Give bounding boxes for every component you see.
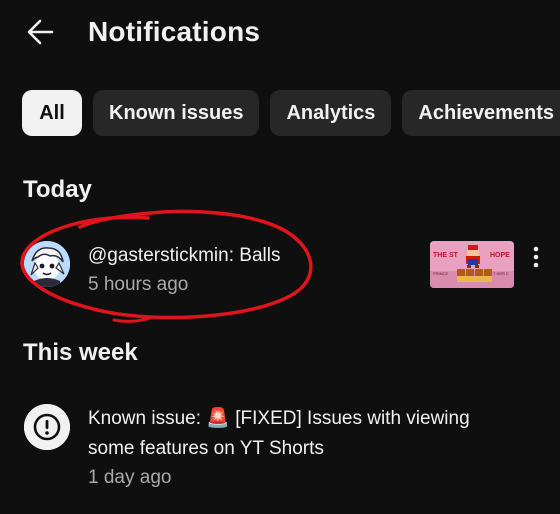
notification-text: @gasterstickmin: Balls [88,241,280,270]
known-issue-message-line1: [FIXED] Issues with viewing [229,408,470,429]
more-options-icon[interactable] [524,243,548,273]
page-title: Notifications [88,16,261,47]
section-heading-today: Today [23,176,92,203]
section-heading-this-week: This week [23,339,138,366]
notification-item-comment[interactable]: @gasterstickmin: Balls 5 hours ago THE S… [0,241,560,301]
comment-author: @gasterstickmin [88,245,229,266]
filter-chips: All Known issues Analytics Achievements [22,90,560,136]
back-arrow-icon[interactable] [22,14,62,50]
thumbnail-title-left: THE ST [433,252,459,259]
anime-avatar-icon[interactable] [24,241,70,287]
thumbnail-caption-right: T HER C [493,271,509,276]
known-issue-prefix: Known issue: [88,408,207,429]
known-issue-text-line1: Known issue: 🚨 [FIXED] Issues with viewi… [88,404,470,433]
info-icon [24,404,70,450]
thumbnail-caption-left: PRINCE [433,271,448,276]
chip-analytics[interactable]: Analytics [270,90,392,136]
thumbnail-title-right: HOPE [490,252,510,259]
notification-time: 1 day ago [88,467,172,488]
known-issue-message-line2: some features on YT Shorts [88,438,324,459]
video-thumbnail[interactable]: THE ST HOPE PRINCE T HER C [430,241,514,288]
siren-icon: 🚨 [206,408,230,429]
comment-message: : Balls [228,245,281,266]
chip-known-issues[interactable]: Known issues [93,90,260,136]
notification-time: 5 hours ago [88,274,189,295]
chip-all[interactable]: All [22,90,82,136]
chip-achievements[interactable]: Achievements [402,90,560,136]
notification-item-known-issue[interactable]: Known issue: 🚨 [FIXED] Issues with viewi… [0,404,560,496]
notifications-page: Notifications All Known issues Analytics… [0,0,560,514]
